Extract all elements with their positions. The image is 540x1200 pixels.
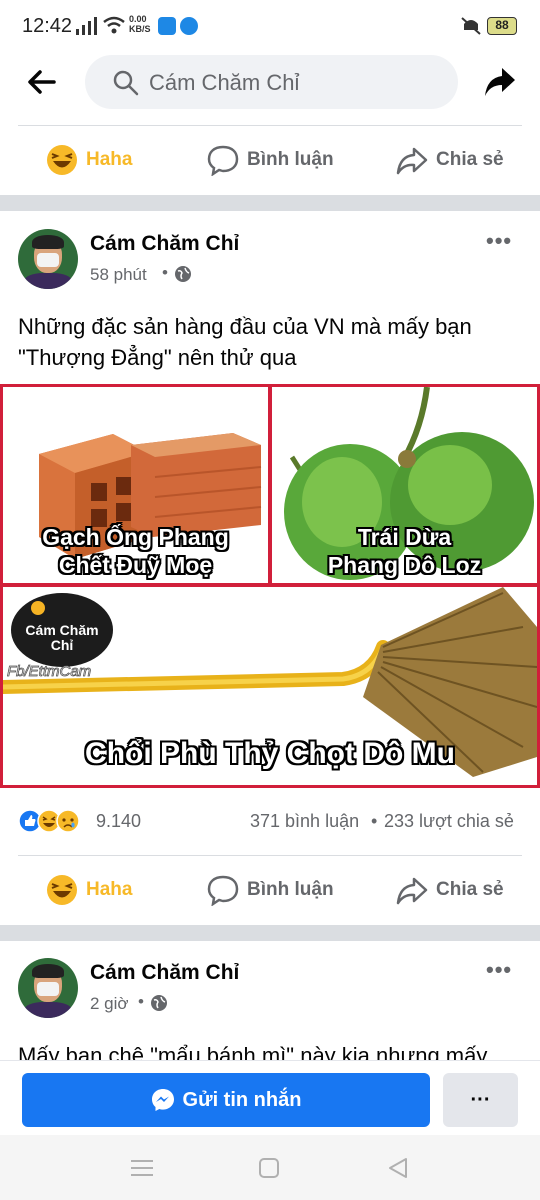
reactions-count: 9.140 xyxy=(96,811,142,831)
search-bar[interactable]: Cám Chăm Chỉ xyxy=(85,55,458,109)
broom-panel: Cám Chăm Chỉ Fb/EttmCam Chổi Phù Thỷ Chọ… xyxy=(3,587,537,785)
separator-dot: • xyxy=(162,263,168,282)
haha-label: Haha xyxy=(86,879,133,900)
status-bar: 12:42 0.00 KB/S 88 xyxy=(0,0,540,50)
post-text: Những đặc sản hàng đầu của VN mà mấy bạn… xyxy=(18,314,472,370)
wifi-icon xyxy=(103,16,125,34)
share-button[interactable]: Chia sẻ xyxy=(396,855,504,925)
comment-button[interactable]: Bình luận xyxy=(207,125,334,195)
back-arrow-icon[interactable] xyxy=(28,70,56,94)
share-label: Chia sẻ xyxy=(436,879,504,900)
message-bar: Gửi tin nhắn ··· xyxy=(0,1060,540,1135)
haha-label: Haha xyxy=(86,149,133,170)
haha-icon xyxy=(47,145,77,175)
post-actions-prev: Haha Bình luận Chia sẻ xyxy=(0,125,540,195)
app-notification-icon xyxy=(158,17,176,35)
caption-bricks: Gạch Ống Phang Chết Đuỹ Moẹ xyxy=(42,523,230,578)
avatar[interactable] xyxy=(18,229,78,289)
messenger-icon xyxy=(151,1089,174,1111)
haha-button[interactable]: Haha xyxy=(46,855,132,925)
caption-coconut: Trái Dừa Phang Dô Loz xyxy=(327,523,482,578)
more-button[interactable]: ··· xyxy=(443,1073,518,1127)
system-nav-bar xyxy=(0,1135,540,1200)
mute-icon xyxy=(461,17,481,35)
separator-dot: • xyxy=(138,992,144,1011)
shares-count[interactable]: 233 lượt chia sẻ xyxy=(384,811,514,832)
watermark: Fb/EttmCam xyxy=(7,663,92,681)
post-time[interactable]: 58 phút xyxy=(90,265,147,285)
post-author[interactable]: Cám Chăm Chỉ xyxy=(90,961,239,985)
more-options-icon[interactable]: ••• xyxy=(486,957,512,983)
top-bar: Cám Chăm Chỉ xyxy=(0,50,540,115)
more-options-icon[interactable]: ••• xyxy=(486,228,512,254)
share-button[interactable]: Chia sẻ xyxy=(396,125,504,195)
status-time: 12:42 xyxy=(22,15,73,37)
send-message-button[interactable]: Gửi tin nhắn xyxy=(22,1073,430,1127)
network-speed: 0.00 KB/S xyxy=(129,14,151,34)
haha-icon xyxy=(47,875,77,905)
comment-button[interactable]: Bình luận xyxy=(207,855,334,925)
comment-icon xyxy=(207,145,239,176)
share-label: Chia sẻ xyxy=(436,149,504,170)
post-author[interactable]: Cám Chăm Chỉ xyxy=(90,232,239,256)
send-message-label: Gửi tin nhắn xyxy=(182,1088,302,1111)
menu-icon[interactable] xyxy=(131,1159,153,1177)
messenger-notification-icon xyxy=(180,17,198,35)
signal-icon xyxy=(76,17,97,35)
search-icon xyxy=(113,70,139,96)
logo-text: Cám Chăm Chỉ xyxy=(25,622,99,653)
reactions-summary[interactable]: 9.140 371 bình luận • 233 lượt chia sẻ xyxy=(18,808,522,836)
post-image[interactable]: Gạch Ống Phang Chết Đuỹ Moẹ Trái Dừa Pha… xyxy=(0,384,540,788)
globe-icon xyxy=(175,266,191,282)
feed-separator xyxy=(0,925,540,941)
share-icon xyxy=(396,147,428,175)
feed-separator xyxy=(0,195,540,211)
share-arrow-icon[interactable] xyxy=(484,66,516,98)
sad-reaction-icon xyxy=(56,809,80,833)
page-logo: Cám Chăm Chỉ xyxy=(11,593,113,667)
globe-icon xyxy=(151,995,167,1011)
post-actions: Haha Bình luận Chia sẻ xyxy=(0,855,540,925)
avatar[interactable] xyxy=(18,958,78,1018)
comments-count[interactable]: 371 bình luận xyxy=(250,811,359,832)
share-icon xyxy=(396,877,428,905)
battery-indicator: 88 xyxy=(487,17,517,35)
comment-label: Bình luận xyxy=(247,879,334,900)
comment-label: Bình luận xyxy=(247,149,334,170)
haha-button[interactable]: Haha xyxy=(46,125,132,195)
comment-icon xyxy=(207,875,239,906)
back-icon[interactable] xyxy=(388,1157,408,1179)
coconut-panel: Trái Dừa Phang Dô Loz xyxy=(272,387,537,583)
home-icon[interactable] xyxy=(259,1158,279,1178)
caption-broom: Chổi Phù Thỷ Chọt Dô Mu xyxy=(84,736,455,770)
separator-dot: • xyxy=(371,811,378,831)
bricks-panel: Gạch Ống Phang Chết Đuỹ Moẹ xyxy=(3,387,268,583)
post-time[interactable]: 2 giờ xyxy=(90,994,129,1014)
search-placeholder: Cám Chăm Chỉ xyxy=(149,70,300,95)
